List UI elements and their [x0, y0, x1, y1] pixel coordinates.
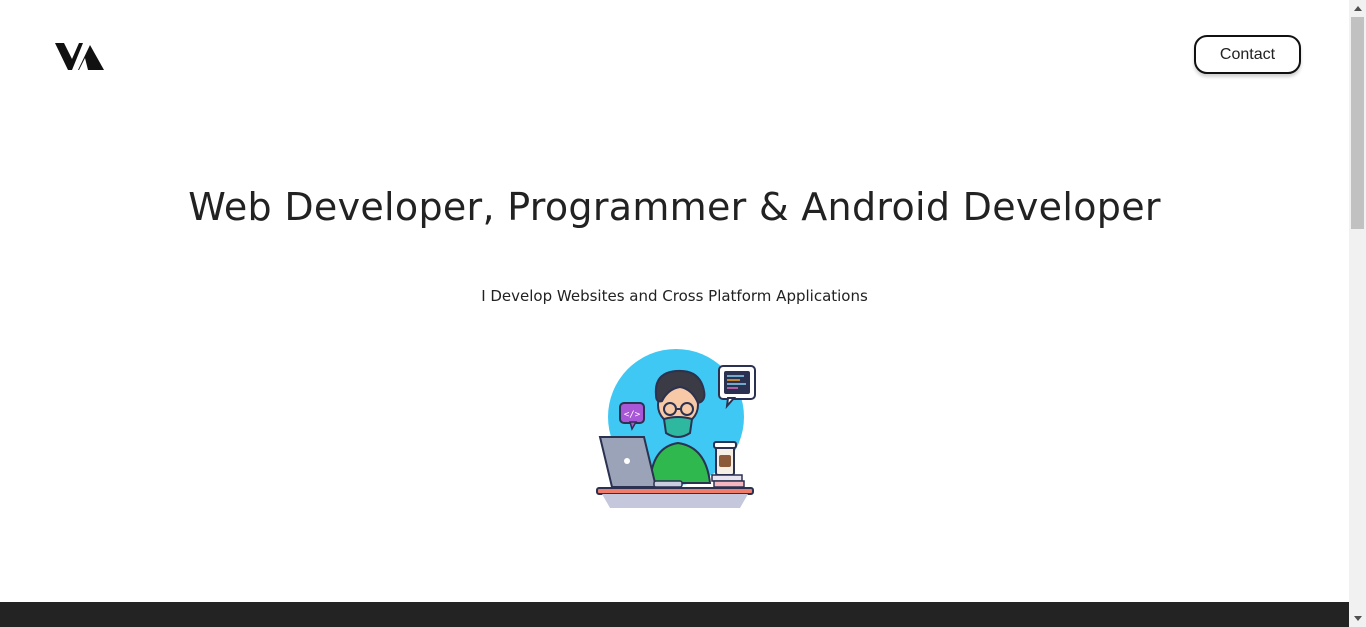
- va-logo-icon[interactable]: [55, 41, 105, 71]
- developer-at-laptop-illustration: </>: [596, 349, 756, 508]
- scrollbar[interactable]: [1349, 0, 1366, 627]
- main-content: Contact Web Developer, Programmer & Andr…: [0, 0, 1349, 627]
- footer-band: [0, 602, 1349, 627]
- hero-subtitle: I Develop Websites and Cross Platform Ap…: [481, 287, 868, 305]
- scroll-down-arrow-icon[interactable]: [1349, 610, 1366, 627]
- contact-button[interactable]: Contact: [1194, 35, 1301, 74]
- hero-title: Web Developer, Programmer & Android Deve…: [188, 185, 1161, 229]
- scroll-thumb[interactable]: [1351, 17, 1364, 229]
- scroll-up-arrow-icon[interactable]: [1349, 0, 1366, 17]
- svg-text:</>: </>: [624, 410, 641, 420]
- page: Contact Web Developer, Programmer & Andr…: [0, 0, 1366, 627]
